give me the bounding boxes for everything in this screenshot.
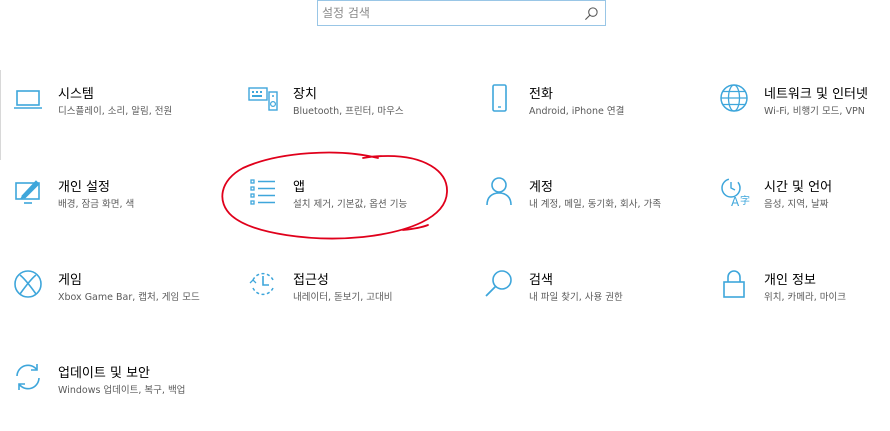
sync-icon	[16, 364, 40, 390]
search-icon	[485, 270, 512, 297]
tile-update-security[interactable]: 업데이트 및 보안 Windows 업데이트, 복구, 백업	[2, 351, 217, 431]
tile-phone[interactable]: 전화 Android, iPhone 연결	[473, 72, 688, 152]
tile-personalization[interactable]: 개인 설정 배경, 잠금 화면, 색	[2, 165, 217, 245]
tile-title: 업데이트 및 보안	[58, 366, 150, 381]
tile-title: 게임	[58, 273, 82, 288]
phone-icon	[492, 84, 507, 112]
ease-of-access-icon	[249, 272, 274, 296]
svg-text:A: A	[731, 195, 740, 207]
person-icon	[486, 177, 512, 206]
tile-description: 내레이터, 돋보기, 고대비	[293, 292, 393, 303]
tile-description: 디스플레이, 소리, 알림, 전원	[58, 106, 173, 117]
tile-description: 음성, 지역, 날짜	[764, 199, 829, 210]
tile-description: 내 파일 찾기, 사용 권한	[529, 292, 623, 303]
tile-title: 장치	[293, 87, 317, 102]
search-box[interactable]	[317, 0, 606, 26]
tile-title: 계정	[529, 180, 553, 195]
tile-description: 배경, 잠금 화면, 색	[58, 199, 135, 210]
paint-screen-icon	[15, 180, 40, 204]
tile-title: 전화	[529, 87, 553, 102]
tile-search[interactable]: 검색 내 파일 찾기, 사용 권한	[473, 258, 688, 338]
tile-devices[interactable]: 장치 Bluetooth, 프린터, 마우스	[237, 72, 452, 152]
tile-title: 시스템	[58, 87, 94, 102]
search-icon[interactable]	[584, 6, 599, 21]
tile-privacy[interactable]: 개인 정보 위치, 카메라, 마이크	[708, 258, 890, 338]
tile-description: Android, iPhone 연결	[529, 106, 625, 117]
tile-system[interactable]: 시스템 디스플레이, 소리, 알림, 전원	[2, 72, 217, 152]
tile-gaming[interactable]: 게임 Xbox Game Bar, 캡처, 게임 모드	[2, 258, 217, 338]
tile-description: Bluetooth, 프린터, 마우스	[293, 106, 404, 117]
language-time-icon: A 字	[721, 178, 750, 207]
tile-title: 접근성	[293, 273, 329, 288]
lock-icon	[723, 270, 745, 298]
keyboard-speaker-icon	[248, 87, 278, 111]
tile-title: 네트워크 및 인터넷	[764, 87, 868, 102]
tile-title: 개인 정보	[764, 273, 816, 288]
tile-apps[interactable]: 앱 설치 제거, 기본값, 옵션 기능	[237, 165, 452, 245]
tile-description: Xbox Game Bar, 캡처, 게임 모드	[58, 292, 200, 303]
xbox-icon	[14, 270, 42, 298]
tile-description: Windows 업데이트, 복구, 백업	[58, 385, 186, 396]
search-input[interactable]	[322, 4, 577, 22]
tile-description: 설치 제거, 기본값, 옵션 기능	[293, 199, 408, 210]
tile-title: 시간 및 언어	[764, 180, 833, 195]
tile-title: 검색	[529, 273, 553, 288]
tile-description: 내 계정, 메일, 동기화, 회사, 가족	[529, 199, 662, 210]
app-list-icon	[250, 179, 275, 205]
laptop-icon	[14, 90, 42, 109]
svg-text:字: 字	[740, 194, 750, 207]
selection-border	[0, 70, 1, 160]
tile-title: 앱	[293, 180, 305, 195]
tile-time-language[interactable]: A 字 시간 및 언어 음성, 지역, 날짜	[708, 165, 890, 245]
tile-network[interactable]: 네트워크 및 인터넷 Wi-Fi, 비행기 모드, VPN	[708, 72, 890, 152]
tile-title: 개인 설정	[58, 180, 110, 195]
tile-description: 위치, 카메라, 마이크	[764, 292, 846, 303]
tile-description: Wi-Fi, 비행기 모드, VPN	[764, 106, 865, 117]
tile-ease-of-access[interactable]: 접근성 내레이터, 돋보기, 고대비	[237, 258, 452, 338]
globe-icon	[720, 84, 748, 112]
tile-accounts[interactable]: 계정 내 계정, 메일, 동기화, 회사, 가족	[473, 165, 688, 245]
